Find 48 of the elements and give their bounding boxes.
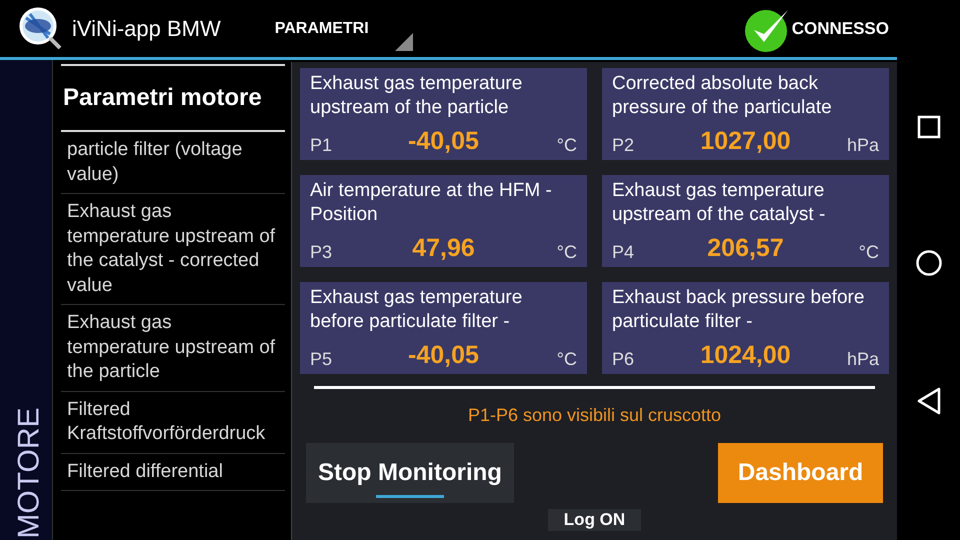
parameter-item[interactable]: Exhaust gas temperature upstream of the particle — [61, 305, 285, 392]
parameters-dropdown[interactable]: PARAMETRI — [274, 2, 413, 54]
unit-label: °C — [556, 242, 577, 263]
slot-label: P6 — [612, 349, 636, 370]
unit-label: hPa — [846, 135, 879, 156]
parameter-item[interactable]: Filtered Kraftstoffvorförderdruck — [61, 392, 285, 454]
parameter-value: 1024,00 — [700, 341, 791, 370]
parameter-value: 47,96 — [412, 234, 475, 263]
parameter-card[interactable]: Exhaust back pressure before particulate filter - P6 1024,00 hPa — [602, 282, 889, 374]
parameter-value: -40,05 — [408, 341, 479, 370]
parameter-name: Corrected absolute back pressure of the particulate — [612, 72, 833, 120]
slot-label: P1 — [310, 135, 334, 156]
list-header: Parametri motore — [61, 64, 285, 132]
logo-icon — [18, 6, 64, 52]
parameter-item[interactable]: Exhaust gas temperature upstream of the catalyst - corrected value — [61, 194, 285, 305]
recents-icon[interactable] — [916, 115, 940, 139]
slot-label: P3 — [310, 242, 334, 263]
parameter-card[interactable]: Corrected absolute back pressure of the particulate P2 1027,00 hPa — [602, 68, 889, 160]
stop-monitoring-button[interactable]: Stop Monitoring — [306, 443, 514, 503]
parameter-value: 206,57 — [707, 234, 784, 263]
slot-label: P4 — [612, 242, 636, 263]
connection-status: CONNESSO — [792, 18, 889, 38]
parameter-name: Air temperature at the HFM - Position — [310, 179, 553, 227]
parameter-name: Exhaust back pressure before particulate filter - — [612, 286, 866, 334]
parameter-name: Exhaust gas temperature upstream of the catalyst - — [612, 179, 826, 227]
parameter-value: -40,05 — [408, 127, 479, 156]
unit-label: °C — [556, 135, 577, 156]
unit-label: °C — [858, 242, 879, 263]
parameter-card[interactable]: Exhaust gas temperature upstream of the particle P1 -40,05 °C — [300, 68, 587, 160]
log-button[interactable]: Log ON — [548, 509, 642, 531]
parameter-item[interactable]: Filtered differential — [61, 454, 285, 491]
app-title: iViNi-app BMW — [72, 16, 221, 42]
home-icon[interactable] — [914, 249, 942, 277]
parameter-item[interactable]: particle filter (voltage value) — [61, 132, 285, 194]
side-tab[interactable]: MOTORE — [0, 60, 53, 540]
side-tab-label: MOTORE — [12, 407, 47, 539]
parameter-name: Exhaust gas temperature before particulate filter - — [310, 286, 524, 334]
parameter-name: Exhaust gas temperature upstream of the particle — [310, 72, 524, 120]
parameter-card[interactable]: Air temperature at the HFM - Position P3 47,96 °C — [300, 175, 587, 267]
unit-label: hPa — [846, 349, 879, 370]
parameter-card[interactable]: Exhaust gas temperature before particulate filter - P5 -40,05 °C — [300, 282, 587, 374]
unit-label: °C — [556, 349, 577, 370]
slot-label: P5 — [310, 349, 334, 370]
back-icon[interactable] — [916, 387, 942, 415]
parameter-card[interactable]: Exhaust gas temperature upstream of the catalyst - P4 206,57 °C — [602, 175, 889, 267]
dashboard-note: P1-P6 sono visibili sul cruscotto — [466, 405, 722, 426]
slot-label: P2 — [612, 135, 636, 156]
parameter-value: 1027,00 — [700, 127, 791, 156]
